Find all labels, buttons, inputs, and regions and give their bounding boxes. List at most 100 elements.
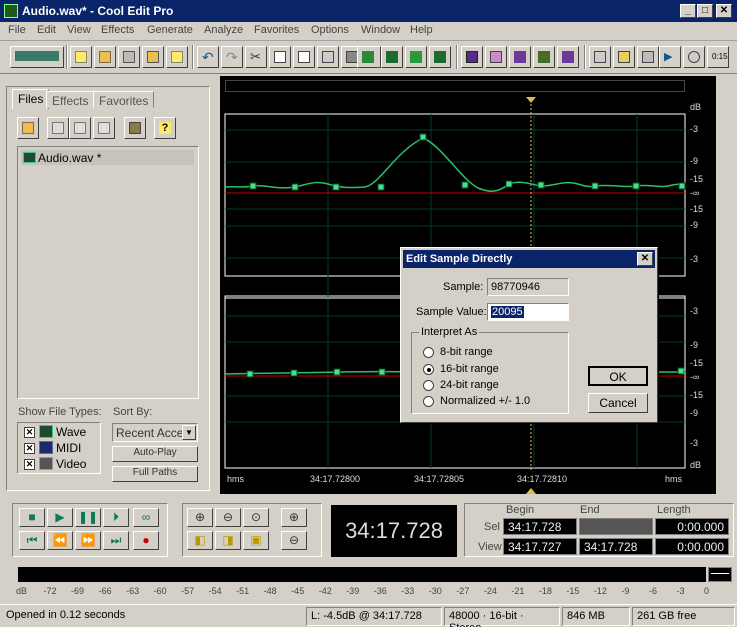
envelope-button[interactable] [461, 46, 483, 68]
menu-analyze[interactable]: Analyze [204, 24, 243, 36]
time-format-button[interactable]: 0:15 [707, 46, 729, 68]
sel-begin-field[interactable]: 34:17.728 [503, 518, 577, 535]
open-button[interactable] [94, 46, 116, 68]
grid-button-1[interactable] [509, 46, 531, 68]
open-file-button[interactable] [17, 117, 39, 139]
radio-8bit[interactable] [423, 347, 434, 358]
zoom-in-button[interactable]: ⊕ [187, 508, 213, 527]
dialog-close-button[interactable]: ✕ [637, 252, 653, 266]
cancel-button[interactable]: Cancel [588, 393, 648, 413]
view-length-field[interactable]: 0:00.000 [655, 538, 729, 555]
zoom-left-button[interactable]: ◧ [187, 531, 213, 550]
tab-effects[interactable]: Effects [46, 91, 95, 108]
tab-favorites[interactable]: Favorites [93, 91, 155, 108]
snap-button[interactable] [485, 46, 507, 68]
menu-file[interactable]: File [8, 24, 26, 36]
undo-button[interactable]: ↶ [197, 46, 219, 68]
edit-file-button[interactable] [93, 117, 115, 139]
close-button[interactable]: ✕ [716, 4, 732, 18]
play-button[interactable]: ▶ [47, 508, 73, 527]
close-file-button[interactable] [166, 46, 188, 68]
ok-button[interactable]: OK [588, 366, 648, 386]
file-options-button[interactable] [124, 117, 146, 139]
db-tick: -∞ [690, 372, 700, 382]
menu-options[interactable]: Options [311, 24, 349, 36]
full-paths-button[interactable]: Full Paths [112, 466, 198, 482]
midi-checkbox[interactable]: ✕ [24, 443, 35, 454]
zoom-right-button[interactable]: ◨ [215, 531, 241, 550]
radio-normalized[interactable] [423, 396, 434, 407]
peak-indicator[interactable] [708, 567, 732, 582]
menu-window[interactable]: Window [361, 24, 400, 36]
zoom-in-vertical-button[interactable]: ⊕ [281, 508, 307, 527]
play-to-end-button[interactable]: ⏵ [103, 508, 129, 527]
loop-button[interactable]: ∞ [133, 508, 159, 527]
view-waveform-button[interactable] [589, 46, 611, 68]
radio-16bit[interactable] [423, 364, 434, 375]
sample-value-input[interactable]: 20095 [487, 303, 569, 321]
view-begin-field[interactable]: 34:17.727 [503, 538, 577, 555]
view-info-button[interactable] [637, 46, 659, 68]
grid-button-3[interactable] [557, 46, 579, 68]
file-list-item[interactable]: Audio.wav * [21, 150, 194, 165]
help-button[interactable]: ? [154, 117, 176, 139]
auto-play-button[interactable]: Auto-Play [112, 446, 198, 462]
insert-into-multitrack-button[interactable] [69, 117, 91, 139]
meter-tick: -27 [456, 586, 470, 596]
redo-button[interactable]: ↷ [221, 46, 243, 68]
rewind-button[interactable]: ⏪ [47, 531, 73, 550]
zoom-out-button[interactable]: ⊖ [215, 508, 241, 527]
menu-help[interactable]: Help [410, 24, 433, 36]
zoom-view-button[interactable] [683, 46, 705, 68]
mix-button[interactable] [381, 46, 403, 68]
copy-button[interactable] [269, 46, 291, 68]
chevron-down-icon[interactable]: ▼ [182, 425, 196, 440]
time-ruler[interactable]: hms 34:17.72800 34:17.72805 34:17.72810 … [225, 470, 685, 488]
file-list[interactable] [17, 146, 199, 399]
save-button[interactable] [118, 46, 140, 68]
sel-length-field[interactable]: 0:00.000 [655, 518, 729, 535]
sort-by-select[interactable]: Recent Acce ▼ [112, 423, 198, 442]
zoom-selection-button[interactable]: ▣ [243, 531, 269, 550]
go-to-end-icon: ⏭ [110, 533, 122, 547]
maximize-button[interactable]: □ [697, 4, 713, 18]
multitrack-toggle-button[interactable] [10, 46, 64, 68]
wave-checkbox[interactable]: ✕ [24, 427, 35, 438]
grid-button-2[interactable] [533, 46, 555, 68]
cut-button[interactable]: ✂ [245, 46, 267, 68]
level-meter[interactable] [18, 567, 706, 582]
video-checkbox[interactable]: ✕ [24, 459, 35, 470]
go-to-start-button[interactable]: ⏮ [19, 531, 45, 550]
insert-button[interactable] [357, 46, 381, 68]
analysis-button[interactable] [429, 46, 451, 68]
fast-forward-button[interactable]: ⏩ [75, 531, 101, 550]
title-bar[interactable]: Audio.wav* - Cool Edit Pro _ □ ✕ [0, 0, 737, 22]
paste-button[interactable] [293, 46, 315, 68]
minimize-button[interactable]: _ [680, 4, 696, 18]
view-spectral-button[interactable] [613, 46, 635, 68]
record-button[interactable]: ● [133, 531, 159, 550]
sel-end-field[interactable] [579, 518, 653, 535]
play-view-button[interactable]: ▶ [659, 46, 681, 68]
overview-bar[interactable] [225, 80, 685, 92]
pause-button[interactable]: ❚❚ [75, 508, 101, 527]
dialog-title-bar[interactable]: Edit Sample Directly ✕ [403, 250, 655, 268]
zoom-full-button[interactable]: ⊙ [243, 508, 269, 527]
sort-by-label: Sort By: [113, 406, 153, 418]
menu-effects[interactable]: Effects [101, 24, 134, 36]
close-file-panel-button[interactable] [47, 117, 69, 139]
menu-generate[interactable]: Generate [147, 24, 193, 36]
menu-view[interactable]: View [67, 24, 91, 36]
save-all-button[interactable] [142, 46, 164, 68]
stop-button[interactable]: ■ [19, 508, 45, 527]
view-end-field[interactable]: 34:17.728 [579, 538, 653, 555]
zoom-out-vertical-button[interactable]: ⊖ [281, 531, 307, 550]
trim-button[interactable] [317, 46, 339, 68]
spectral-button[interactable] [405, 46, 427, 68]
menu-favorites[interactable]: Favorites [254, 24, 299, 36]
radio-24bit[interactable] [423, 380, 434, 391]
tab-files[interactable]: Files [12, 89, 50, 109]
new-button[interactable] [70, 46, 92, 68]
go-to-end-button[interactable]: ⏭ [103, 531, 129, 550]
menu-edit[interactable]: Edit [37, 24, 56, 36]
